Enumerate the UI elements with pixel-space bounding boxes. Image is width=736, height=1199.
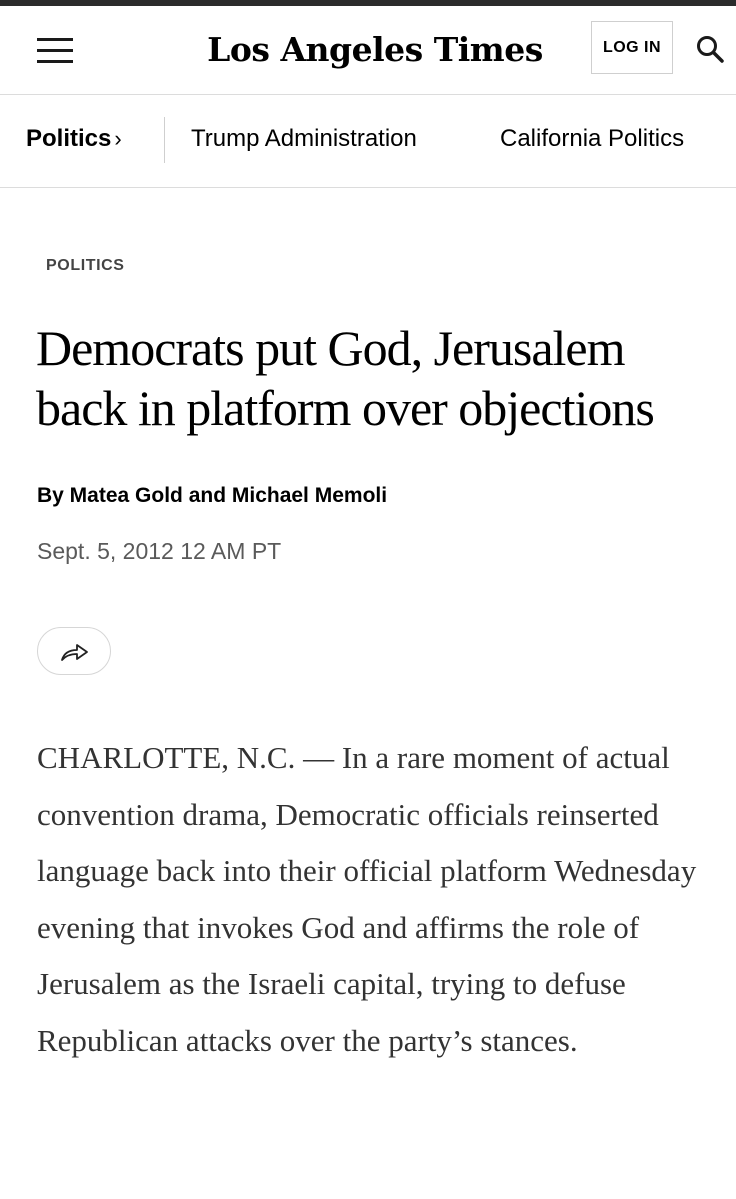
site-logo[interactable]: Los Angeles Times bbox=[200, 28, 550, 72]
subnav-section-label: Politics bbox=[26, 125, 112, 152]
subnav-divider bbox=[164, 117, 165, 163]
hamburger-menu-icon[interactable] bbox=[37, 37, 73, 65]
chevron-right-icon: › bbox=[114, 126, 122, 151]
share-arrow-icon bbox=[61, 644, 88, 661]
share-button[interactable] bbox=[37, 627, 111, 675]
search-icon[interactable] bbox=[695, 34, 725, 64]
subnav-section-politics[interactable]: Politics › bbox=[26, 124, 122, 154]
subnav-link-trump-administration[interactable]: Trump Administration bbox=[191, 124, 417, 154]
article-kicker[interactable]: POLITICS bbox=[46, 256, 125, 276]
article-body-paragraph: CHARLOTTE, N.C. — In a rare moment of ac… bbox=[37, 740, 697, 1058]
article-byline[interactable]: By Matea Gold and Michael Memoli bbox=[37, 482, 387, 510]
article-headline: Democrats put God, Jerusalem back in pla… bbox=[36, 320, 655, 436]
section-subnav: Politics › Trump Administration Californi… bbox=[0, 95, 736, 188]
login-button[interactable]: LOG IN bbox=[591, 21, 673, 74]
article-date: Sept. 5, 2012 12 AM PT bbox=[37, 538, 282, 564]
subnav-link-california-politics[interactable]: California Politics bbox=[500, 124, 684, 154]
site-header: Los Angeles Times LOG IN bbox=[0, 6, 736, 95]
